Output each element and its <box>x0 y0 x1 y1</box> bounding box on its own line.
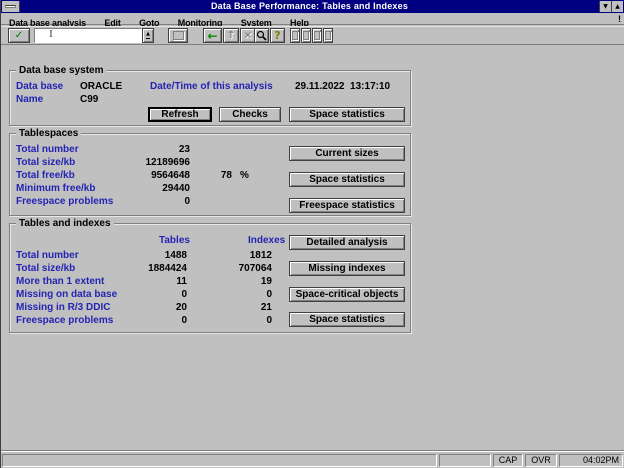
previous-page-icon <box>303 31 309 40</box>
exit-arrow-icon: ↑ <box>227 30 235 41</box>
percent-sign: % <box>240 170 249 182</box>
back-arrow-icon: ← <box>207 29 217 43</box>
help-button[interactable]: ? <box>270 28 285 43</box>
clock: 04:02PM <box>559 454 623 467</box>
last-page-icon <box>325 31 331 40</box>
missing-indexes-button[interactable]: Missing indexes <box>289 261 405 276</box>
row-label: More than 1 extent <box>16 276 104 288</box>
ts-space-statistics-button[interactable]: Space statistics <box>289 172 405 187</box>
row-value: 9564648 <box>70 170 190 182</box>
toolbar: ✓ I ▲ ← ↑ × ? <box>1 26 624 45</box>
status-panel <box>439 454 491 467</box>
name-label: Name <box>16 94 43 106</box>
tables-value: 1488 <box>107 250 187 262</box>
tables-value: 0 <box>107 315 187 327</box>
free-percent-value: 78 <box>200 170 232 182</box>
next-page-button <box>312 28 322 43</box>
title-bar: Data Base Performance: Tables and Indexe… <box>1 0 624 13</box>
checkmark-icon: ✓ <box>15 30 23 41</box>
enter-button[interactable]: ✓ <box>8 28 30 43</box>
magnifier-icon <box>256 30 267 41</box>
question-mark-icon: ? <box>274 29 280 42</box>
cancel-x-icon: × <box>244 30 252 41</box>
status-bar: CAP OVR 04:02PM <box>1 452 624 468</box>
row-value: 12189696 <box>70 157 190 169</box>
command-dropdown-button[interactable]: ▲ <box>142 28 154 43</box>
group-title: Data base system <box>16 65 107 76</box>
tables-column-header: Tables <box>159 235 190 247</box>
row-label: Total size/kb <box>16 263 75 275</box>
freespace-statistics-button[interactable]: Freespace statistics <box>289 198 405 213</box>
group-title: Tablespaces <box>16 128 81 139</box>
back-button[interactable]: ← <box>203 28 222 43</box>
name-value: C99 <box>80 94 98 106</box>
save-button <box>168 28 188 43</box>
db-space-statistics-button[interactable]: Space statistics <box>289 107 405 122</box>
current-sizes-button[interactable]: Current sizes <box>289 146 405 161</box>
find-button[interactable] <box>254 28 269 43</box>
db-row-name: Name C99 <box>10 94 410 106</box>
tables-value: 20 <box>107 302 187 314</box>
dropdown-arrow-icon: ▲ <box>146 32 150 39</box>
indexes-value: 1812 <box>192 250 272 262</box>
overwrite-indicator: OVR <box>525 454 557 467</box>
row-label: Freespace problems <box>16 315 113 327</box>
refresh-button[interactable]: Refresh <box>148 107 212 122</box>
command-input[interactable] <box>34 28 142 43</box>
checks-button[interactable]: Checks <box>219 107 281 122</box>
row-value: 23 <box>70 144 190 156</box>
status-message-panel <box>2 454 437 467</box>
first-page-button <box>290 28 300 43</box>
caps-lock-indicator: CAP <box>493 454 523 467</box>
maximize-button[interactable]: ▲ <box>611 1 623 12</box>
exit-button: ↑ <box>223 28 239 43</box>
database-value: ORACLE <box>80 81 122 93</box>
previous-page-button <box>301 28 311 43</box>
indexes-value: 21 <box>192 302 272 314</box>
tables-value: 11 <box>107 276 187 288</box>
indexes-column-header: Indexes <box>248 235 285 247</box>
space-critical-objects-button[interactable]: Space-critical objects <box>289 287 405 302</box>
row-label: Missing on data base <box>16 289 117 301</box>
detailed-analysis-button[interactable]: Detailed analysis <box>289 235 405 250</box>
minimize-button[interactable]: ▼ <box>599 1 611 12</box>
next-page-icon <box>314 31 320 40</box>
group-tablespaces: Tablespaces Total number 23 Total size/k… <box>9 133 411 216</box>
row-label: Total free/kb <box>16 170 75 182</box>
indexes-value: 0 <box>192 315 272 327</box>
database-label: Data base <box>16 81 63 93</box>
row-label: Total size/kb <box>16 157 75 169</box>
datetime-value: 29.11.2022 13:17:10 <box>295 81 390 93</box>
menu-bar: Data base analysis Edit Goto Monitoring … <box>1 13 624 25</box>
indexes-value: 707064 <box>192 263 272 275</box>
group-database-system: Data base system Data base ORACLE Date/T… <box>9 70 411 126</box>
tables-value: 1884424 <box>107 263 187 275</box>
db-row-database: Data base ORACLE Date/Time of this analy… <box>10 81 410 93</box>
system-menu-icon <box>5 5 16 8</box>
row-value: 0 <box>70 196 190 208</box>
datetime-label: Date/Time of this analysis <box>150 81 273 93</box>
row-value: 29440 <box>70 183 190 195</box>
alert-indicator: ! <box>618 14 621 24</box>
row-label: Total number <box>16 250 79 262</box>
sap-window: Data Base Performance: Tables and Indexe… <box>0 0 624 468</box>
indexes-value: 19 <box>192 276 272 288</box>
indexes-value: 0 <box>192 289 272 301</box>
last-page-button <box>323 28 333 43</box>
tables-value: 0 <box>107 289 187 301</box>
system-menu-button[interactable] <box>2 1 20 12</box>
save-icon <box>173 31 184 40</box>
row-label: Missing in R/3 DDIC <box>16 302 110 314</box>
first-page-icon <box>292 31 298 40</box>
group-title: Tables and indexes <box>16 218 114 229</box>
group-tables-indexes: Tables and indexes Tables Indexes Total … <box>9 223 411 333</box>
window-title: Data Base Performance: Tables and Indexe… <box>20 0 599 13</box>
ti-space-statistics-button[interactable]: Space statistics <box>289 312 405 327</box>
